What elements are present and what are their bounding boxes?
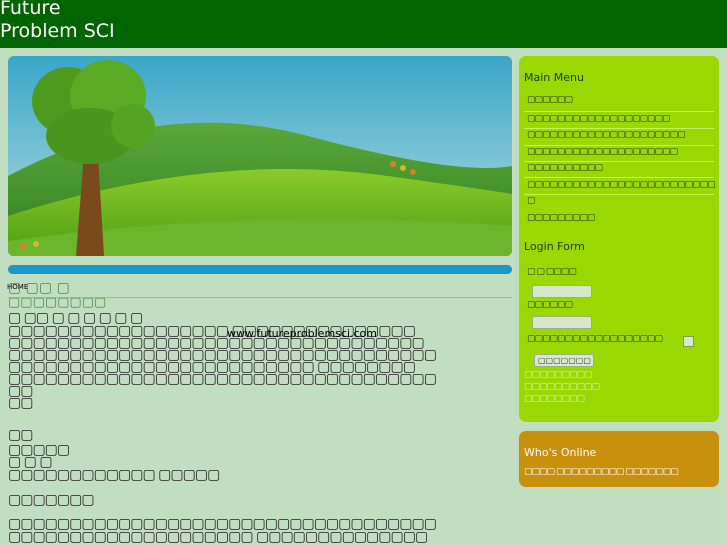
site-header: Future Problem SCI [0,0,727,48]
landscape-illustration [8,56,512,256]
remember-me-checkbox[interactable] [683,336,694,347]
hero-banner-image [8,56,512,256]
menu-item[interactable]: ▢ [527,197,535,206]
divider [8,297,512,298]
article-text-line: ▢▢▢▢▢▢▢ [8,492,95,508]
menu-divider [524,194,714,195]
main-menu-title: Main Menu [524,71,584,84]
menu-item[interactable]: ▢▢▢▢▢▢▢▢▢▢▢▢▢▢▢▢▢▢▢▢ [527,148,678,157]
menu-divider [524,128,714,129]
create-account-link[interactable]: ▢▢▢▢▢▢▢▢ [524,395,585,404]
article-title[interactable]: ▢ ▢▢ ▢ [8,281,70,295]
menu-item[interactable]: ▢▢▢▢▢▢▢▢▢▢▢▢▢▢▢▢▢▢▢▢▢▢▢▢▢ [527,181,716,190]
menu-divider [524,111,714,112]
whos-online-title: Who's Online [524,446,597,459]
article-text-line: ▢▢ [8,395,33,411]
site-title[interactable]: Future Problem SCI [0,0,115,43]
menu-divider [524,177,714,178]
password-input[interactable] [532,316,592,329]
menu-divider [524,145,714,146]
login-button[interactable]: ▢▢▢▢▢▢▢ [534,354,594,367]
whos-online-panel [519,431,719,487]
whos-online-text: ▢▢▢▢ ▢▢▢▢▢▢▢▢▢ ▢▢▢▢▢▢▢ [524,467,679,477]
forgot-username-link[interactable]: ▢▢▢▢▢▢▢▢▢▢ [524,383,600,392]
username-input[interactable] [532,285,592,298]
forgot-password-link[interactable]: ▢▢▢▢▢▢▢▢▢ [524,371,593,380]
site-title-line2: Problem SCI [0,20,115,42]
site-title-line1: Future [0,0,61,19]
article-text-line: ▢▢ [8,427,33,443]
article-text-line: ▢▢▢▢▢▢▢▢▢▢▢▢▢▢▢▢▢▢▢▢ ▢▢▢▢▢▢▢▢▢▢▢▢▢▢ [8,529,428,545]
article-text-line: ▢▢▢▢▢▢▢▢▢▢▢▢▢▢▢▢▢▢▢▢▢▢▢▢▢▢▢▢▢▢▢▢▢▢▢ [8,371,437,387]
menu-item[interactable]: ▢▢▢▢▢▢▢▢▢▢▢▢▢▢▢▢▢▢▢ [527,115,671,124]
menu-item[interactable]: ▢▢▢▢▢▢▢▢▢▢ [527,164,603,173]
remember-me-label: ▢▢▢▢▢▢▢▢▢▢▢▢▢▢▢▢▢▢ [527,334,663,344]
menu-item[interactable]: ▢▢▢▢▢▢▢▢▢ [527,214,596,223]
site-url-text: www.futureproblemsci.com [227,327,377,340]
menu-divider [524,161,714,162]
menu-item[interactable]: ▢▢▢▢▢▢▢▢▢▢▢▢▢▢▢▢▢▢▢▢▢ [527,131,686,140]
login-form-title: Login Form [524,240,585,253]
navigation-bar [8,265,512,274]
article-text-line: ▢▢▢▢▢▢▢▢▢▢▢▢ ▢▢▢▢▢ [8,467,220,483]
password-label: ▢▢▢▢▢▢ [527,300,573,310]
username-label: ▢ ▢ ▢▢▢▢ [527,267,577,277]
menu-item[interactable]: ▢▢▢▢▢▢ [527,96,573,105]
